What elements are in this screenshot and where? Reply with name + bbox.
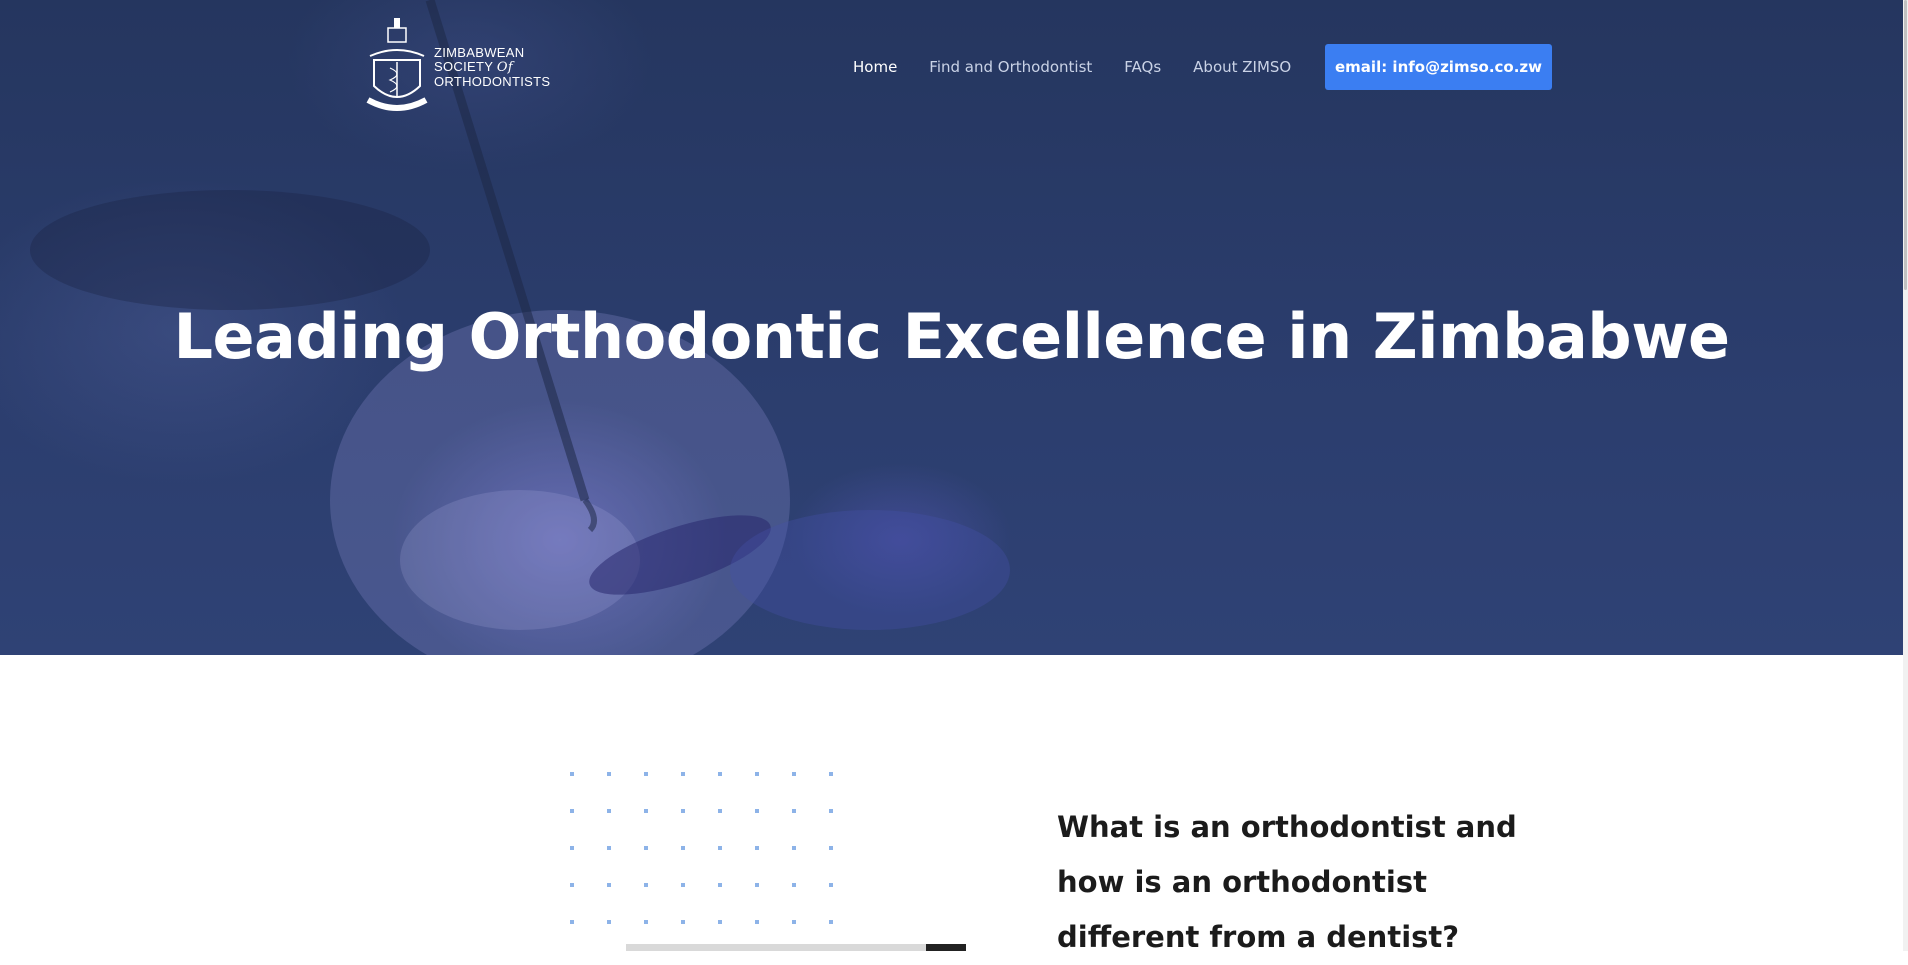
hero-title: Leading Orthodontic Excellence in Zimbab…	[173, 300, 1730, 373]
page-scrollbar[interactable]	[1903, 0, 1908, 951]
scrollbar-thumb[interactable]	[1904, 0, 1907, 290]
nav-item-about[interactable]: About ZIMSO	[1193, 58, 1291, 76]
dot-grid-decoration	[570, 772, 833, 924]
hero-section: ZIMBABWEAN SOCIETY Of ORTHODONTISTS Home…	[0, 0, 1903, 655]
brand-line-1: ZIMBABWEAN	[434, 45, 525, 60]
site-logo[interactable]: ZIMBABWEAN SOCIETY Of ORTHODONTISTS	[364, 16, 564, 120]
brand-line-2: SOCIETY	[434, 59, 493, 74]
main-nav: Home Find and Orthodontist FAQs About ZI…	[853, 58, 1323, 76]
brand-line-2-of: Of	[496, 60, 513, 75]
brand-line-3: ORTHODONTISTS	[434, 74, 551, 89]
nav-item-find-orthodontist[interactable]: Find and Orthodontist	[929, 58, 1092, 76]
crest-icon	[366, 18, 428, 111]
about-image	[626, 944, 966, 951]
nav-item-home[interactable]: Home	[853, 58, 897, 76]
nav-item-faqs[interactable]: FAQs	[1124, 58, 1161, 76]
about-question-heading: What is an orthodontist and how is an or…	[1057, 810, 1517, 954]
email-button[interactable]: email: info@zimso.co.zw	[1325, 44, 1552, 90]
